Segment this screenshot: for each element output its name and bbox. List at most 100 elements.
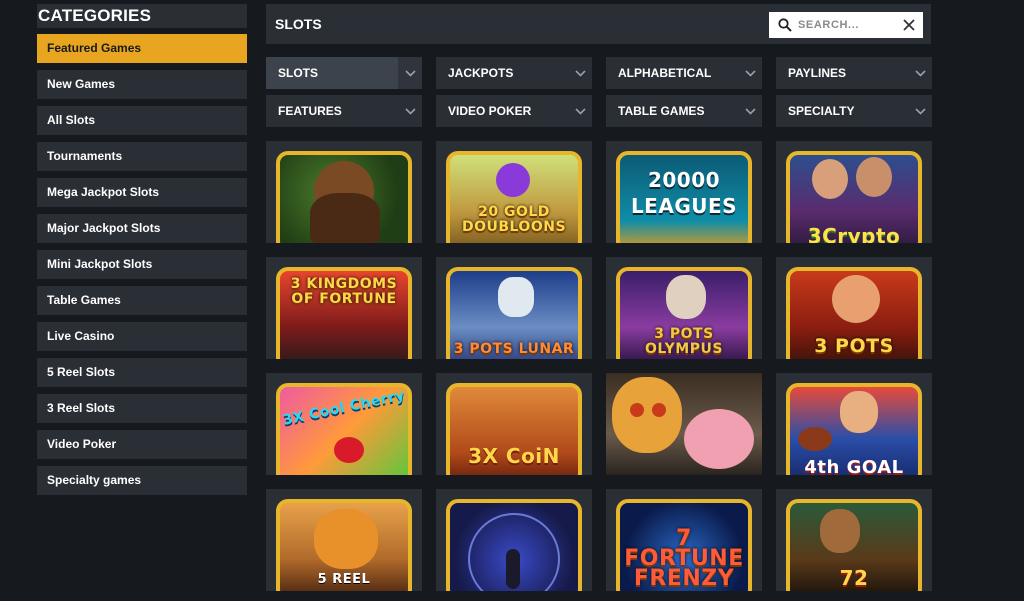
game-tile-3x-cool-cherry[interactable]: 3X Cool Cherry [266,373,422,475]
filter-label: TABLE GAMES [618,104,705,118]
monkey-art [820,509,860,553]
game-tile-3-kingdoms-of-fortune[interactable]: 3 KINGDOMS OF FORTUNE [266,257,422,359]
category-5-reel-slots[interactable]: 5 Reel Slots [37,358,247,387]
category-mega-jackpot-slots[interactable]: Mega Jackpot Slots [37,178,247,207]
categories-list: Featured Games New Games All Slots Tourn… [37,34,247,495]
parrot-art [496,163,530,197]
category-live-casino[interactable]: Live Casino [37,322,247,351]
category-video-poker[interactable]: Video Poker [37,430,247,459]
chevron-down-icon [908,95,932,127]
game-title-art: 20000 LEAGUES [630,168,738,218]
search-box[interactable] [769,12,923,38]
game-title-art: 3X CoiN [468,444,560,468]
game-tile-4th-goal[interactable]: 4th GOAL [776,373,932,475]
category-mini-jackpot-slots[interactable]: Mini Jackpot Slots [37,250,247,279]
game-thumbnail: 3 POTS [786,267,922,359]
search-input[interactable] [798,19,898,31]
chevron-down-icon [908,57,932,89]
chevron-down-icon [738,95,762,127]
game-tile-3-pots[interactable]: 3 POTS [776,257,932,359]
game-tile-20-gold-doubloons[interactable]: 20 GOLD DOUBLOONS [436,141,592,243]
game-tile-72-monkey[interactable]: 72 [776,489,932,591]
search-icon[interactable] [778,18,792,32]
category-tournaments[interactable]: Tournaments [37,142,247,171]
filter-video-poker[interactable]: VIDEO POKER [436,95,592,127]
game-thumbnail: 3 KINGDOMS OF FORTUNE [276,267,412,359]
game-title-art: 7 FORTUNE FRENZY [624,526,744,591]
player-art [840,391,878,433]
wolf-art [498,277,534,317]
chevron-down-icon [398,95,422,127]
character-art [832,275,880,323]
chevron-down-icon [398,57,422,89]
filter-specialty[interactable]: SPECIALTY [776,95,932,127]
cherry-art [334,437,364,463]
game-title-art: 3 KINGDOMS OF FORTUNE [290,276,398,307]
filter-paylines[interactable]: PAYLINES [776,57,932,89]
character-art [856,157,892,197]
cat-art [612,377,682,453]
football-art [798,427,832,451]
game-thumbnail: 3 POTS LUNAR [446,267,582,359]
zeus-art [666,275,706,319]
tiger-art [314,509,378,569]
game-tile-cat-and-pig[interactable] [606,373,762,475]
game-tile-3x-coin[interactable]: 3X CoiN [436,373,592,475]
game-tile-caveman[interactable] [266,141,422,243]
section-header: SLOTS [266,4,931,44]
filter-label: SLOTS [278,66,319,80]
game-tile-3-pots-olympus[interactable]: 3 POTS OLYMPUS [606,257,762,359]
filter-slots[interactable]: SLOTS [266,57,422,89]
main-content: SLOTS SLOTS JACKPOTS ALPHABETICAL [266,4,932,591]
game-thumbnail: 3X CoiN [446,383,582,475]
category-specialty-games[interactable]: Specialty games [37,466,247,495]
game-thumbnail [276,151,412,243]
game-title-art: 3Crypto [807,224,901,243]
game-thumbnail: 20 GOLD DOUBLOONS [446,151,582,243]
categories-title: CATEGORIES [37,4,247,28]
game-tile-5-reel-tiger[interactable]: 5 REEL [266,489,422,591]
chevron-down-icon [568,95,592,127]
game-thumbnail [446,499,582,591]
game-thumbnail: 20000 LEAGUES [616,151,752,243]
game-tile-7-fortune-frenzy[interactable]: 7 FORTUNE FRENZY [606,489,762,591]
game-title-art: 3 POTS LUNAR [453,341,575,357]
game-tile-20000-leagues[interactable]: 20000 LEAGUES [606,141,762,243]
game-title-art: 4th GOAL [804,457,904,476]
game-tile-orb-portal[interactable] [436,489,592,591]
filter-label: JACKPOTS [448,66,514,80]
game-title-art: 3 POTS [814,335,894,357]
filter-features[interactable]: FEATURES [266,95,422,127]
game-tile-3-crypto[interactable]: 3Crypto [776,141,932,243]
game-thumbnail: 5 REEL [276,499,412,591]
categories-sidebar: CATEGORIES Featured Games New Games All … [37,4,247,502]
game-thumbnail: 3X Cool Cherry [276,383,412,475]
game-title-art: 20 GOLD DOUBLOONS [461,204,567,235]
filter-label: ALPHABETICAL [618,66,712,80]
category-table-games[interactable]: Table Games [37,286,247,315]
character-art [812,159,848,199]
category-major-jackpot-slots[interactable]: Major Jackpot Slots [37,214,247,243]
filter-jackpots[interactable]: JACKPOTS [436,57,592,89]
game-title-art: 3X Cool Cherry [281,387,407,429]
pig-art [684,409,754,469]
filter-table-games[interactable]: TABLE GAMES [606,95,762,127]
chevron-down-icon [568,57,592,89]
filter-alphabetical[interactable]: ALPHABETICAL [606,57,762,89]
game-thumbnail: 3Crypto [786,151,922,243]
category-3-reel-slots[interactable]: 3 Reel Slots [37,394,247,423]
close-icon[interactable] [903,19,915,31]
category-all-slots[interactable]: All Slots [37,106,247,135]
game-title-art: 5 REEL [317,572,371,587]
game-title-art: 3 POTS OLYMPUS [645,326,723,357]
category-new-games[interactable]: New Games [37,70,247,99]
beard-art [310,193,380,243]
game-tile-3-pots-lunar[interactable]: 3 POTS LUNAR [436,257,592,359]
filter-label: FEATURES [278,104,342,118]
page-title: SLOTS [275,16,322,32]
category-featured-games[interactable]: Featured Games [37,34,247,63]
filter-label: VIDEO POKER [448,104,532,118]
game-thumbnail: 72 [786,499,922,591]
orb-column-art [506,549,520,589]
game-thumbnail: 7 FORTUNE FRENZY [616,499,752,591]
